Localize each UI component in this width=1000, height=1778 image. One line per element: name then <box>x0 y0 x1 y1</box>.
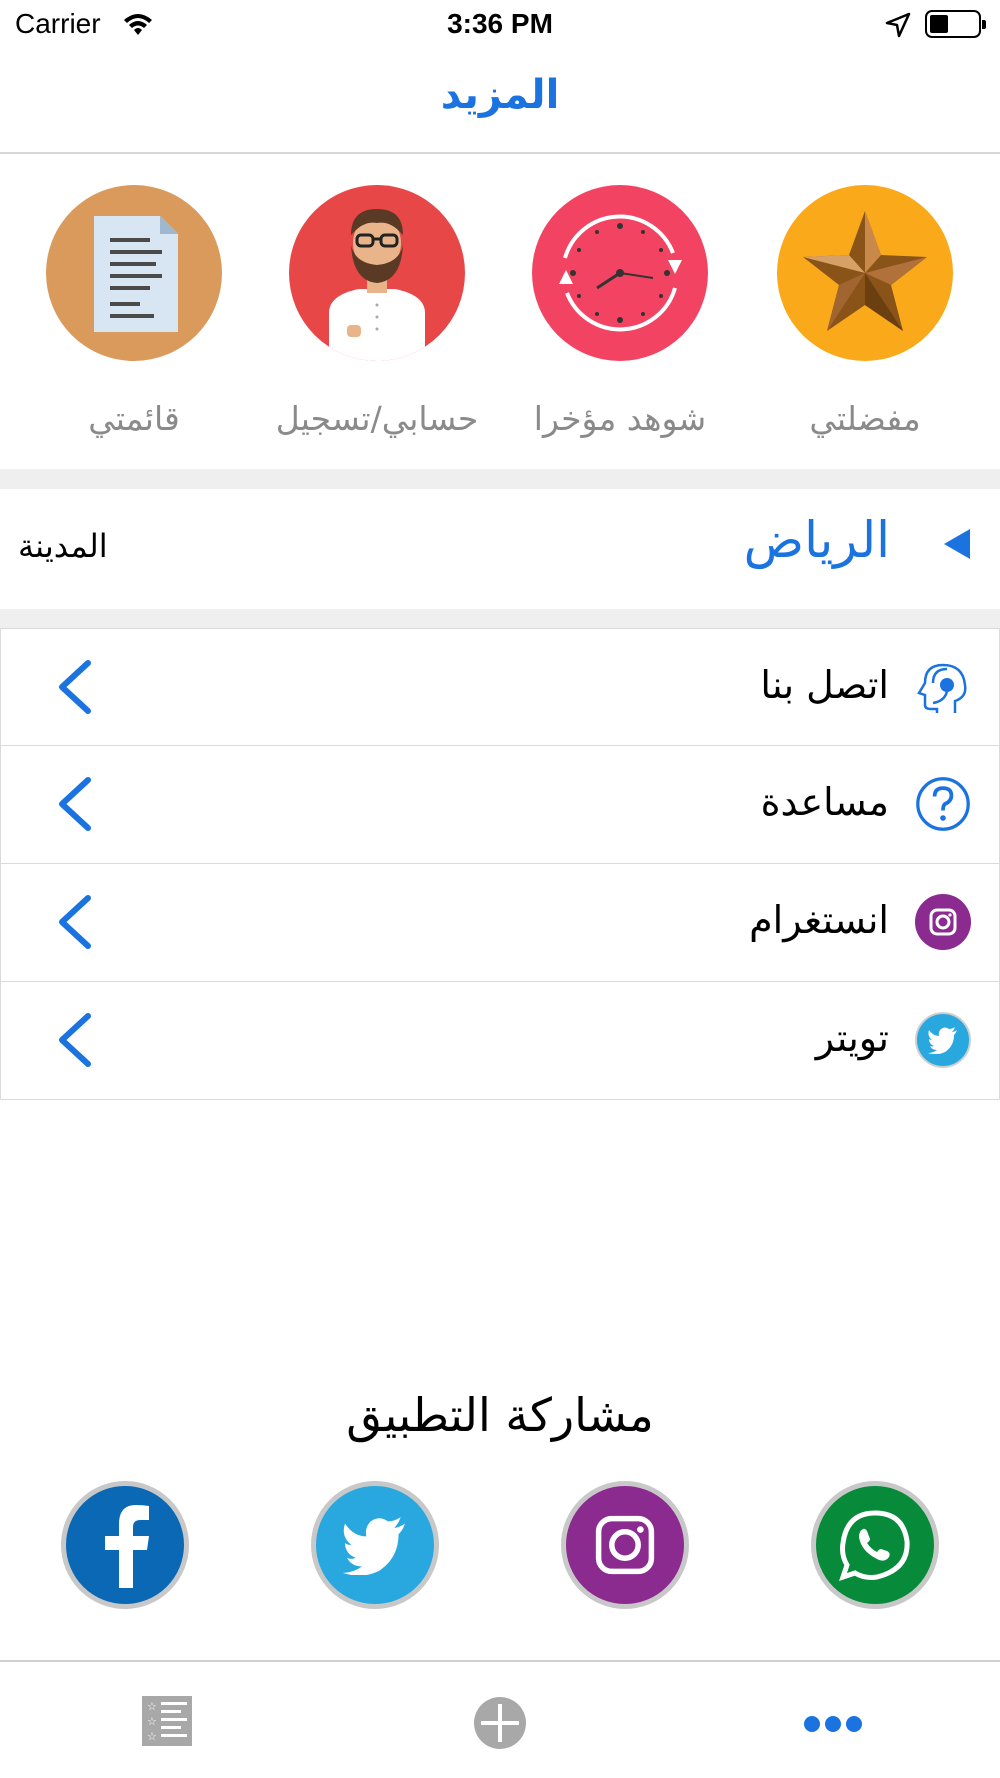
city-selector[interactable]: المدينة الرياض <box>0 489 1000 609</box>
location-arrow-icon <box>885 12 911 42</box>
share-facebook-button[interactable] <box>61 1481 189 1609</box>
chevron-left-icon <box>56 659 92 719</box>
menu-item-instagram[interactable]: انستغرام <box>0 864 1000 982</box>
menu-item-label: تويتر <box>815 1016 889 1060</box>
page-title: المزيد <box>440 72 560 118</box>
account-action[interactable]: حسابي/تسجيل <box>257 185 497 438</box>
share-instagram-button[interactable] <box>561 1481 689 1609</box>
city-label: المدينة <box>18 527 108 565</box>
twitter-icon <box>342 1517 405 1575</box>
share-app-title: مشاركة التطبيق <box>346 1388 654 1442</box>
caret-left-icon <box>942 527 972 565</box>
status-bar: Carrier 3:36 PM <box>0 0 1000 50</box>
chevron-left-icon <box>56 776 92 836</box>
more-tab[interactable] <box>803 1714 863 1738</box>
share-twitter-button[interactable] <box>311 1481 439 1609</box>
menu-item-help[interactable]: مساعدة <box>0 746 1000 864</box>
section-divider <box>0 609 1000 628</box>
my-list-label: قائمتي <box>88 399 180 438</box>
recently-viewed-label: شوهد مؤخرا <box>533 399 707 438</box>
section-divider <box>0 469 1000 489</box>
svg-text:☆: ☆ <box>147 1715 157 1728</box>
instagram-icon <box>595 1515 655 1575</box>
instagram-icon <box>915 894 971 950</box>
menu-list: اتصل بنا مساعدة انستغرام تويتر <box>0 628 1000 1100</box>
plus-circle-icon <box>474 1697 526 1749</box>
menu-item-label: اتصل بنا <box>760 663 889 707</box>
clock-icon <box>532 185 708 361</box>
facebook-icon <box>105 1505 149 1588</box>
more-dots-icon <box>804 1716 862 1732</box>
support-headset-icon <box>915 659 971 715</box>
recently-viewed-action[interactable]: شوهد مؤخرا <box>500 185 740 438</box>
menu-item-twitter[interactable]: تويتر <box>0 982 1000 1100</box>
list-tab[interactable]: ☆ ☆ ☆ <box>142 1696 192 1750</box>
add-tab[interactable] <box>473 1696 527 1754</box>
clock-time: 3:36 PM <box>447 8 553 39</box>
battery-icon <box>925 10 986 38</box>
favorites-label: مفضلتي <box>809 399 921 438</box>
user-avatar-icon <box>289 185 465 361</box>
whatsapp-icon <box>839 1510 910 1581</box>
tab-bar: ☆ ☆ ☆ <box>0 1660 1000 1778</box>
menu-item-label: انستغرام <box>749 898 889 942</box>
share-whatsapp-button[interactable] <box>811 1481 939 1609</box>
twitter-icon <box>915 1012 971 1068</box>
help-question-icon <box>915 776 971 832</box>
star-icon <box>777 185 953 361</box>
my-list-action[interactable]: قائمتي <box>14 185 254 438</box>
list-icon: ☆ ☆ ☆ <box>142 1696 192 1746</box>
chevron-left-icon <box>56 894 92 954</box>
menu-item-contact-us[interactable]: اتصل بنا <box>0 628 1000 746</box>
account-label: حسابي/تسجيل <box>275 399 479 438</box>
favorites-action[interactable]: مفضلتي <box>745 185 985 438</box>
quick-actions: مفضلتي شوهد مؤخرا حسابي/تسجيل قائمتي <box>0 155 1000 469</box>
navigation-bar: المزيد <box>0 50 1000 154</box>
svg-text:☆: ☆ <box>147 1700 157 1713</box>
menu-item-label: مساعدة <box>760 780 889 824</box>
document-list-icon <box>46 185 222 361</box>
svg-text:☆: ☆ <box>147 1730 157 1743</box>
chevron-left-icon <box>56 1012 92 1072</box>
city-value[interactable]: الرياض <box>744 511 890 569</box>
